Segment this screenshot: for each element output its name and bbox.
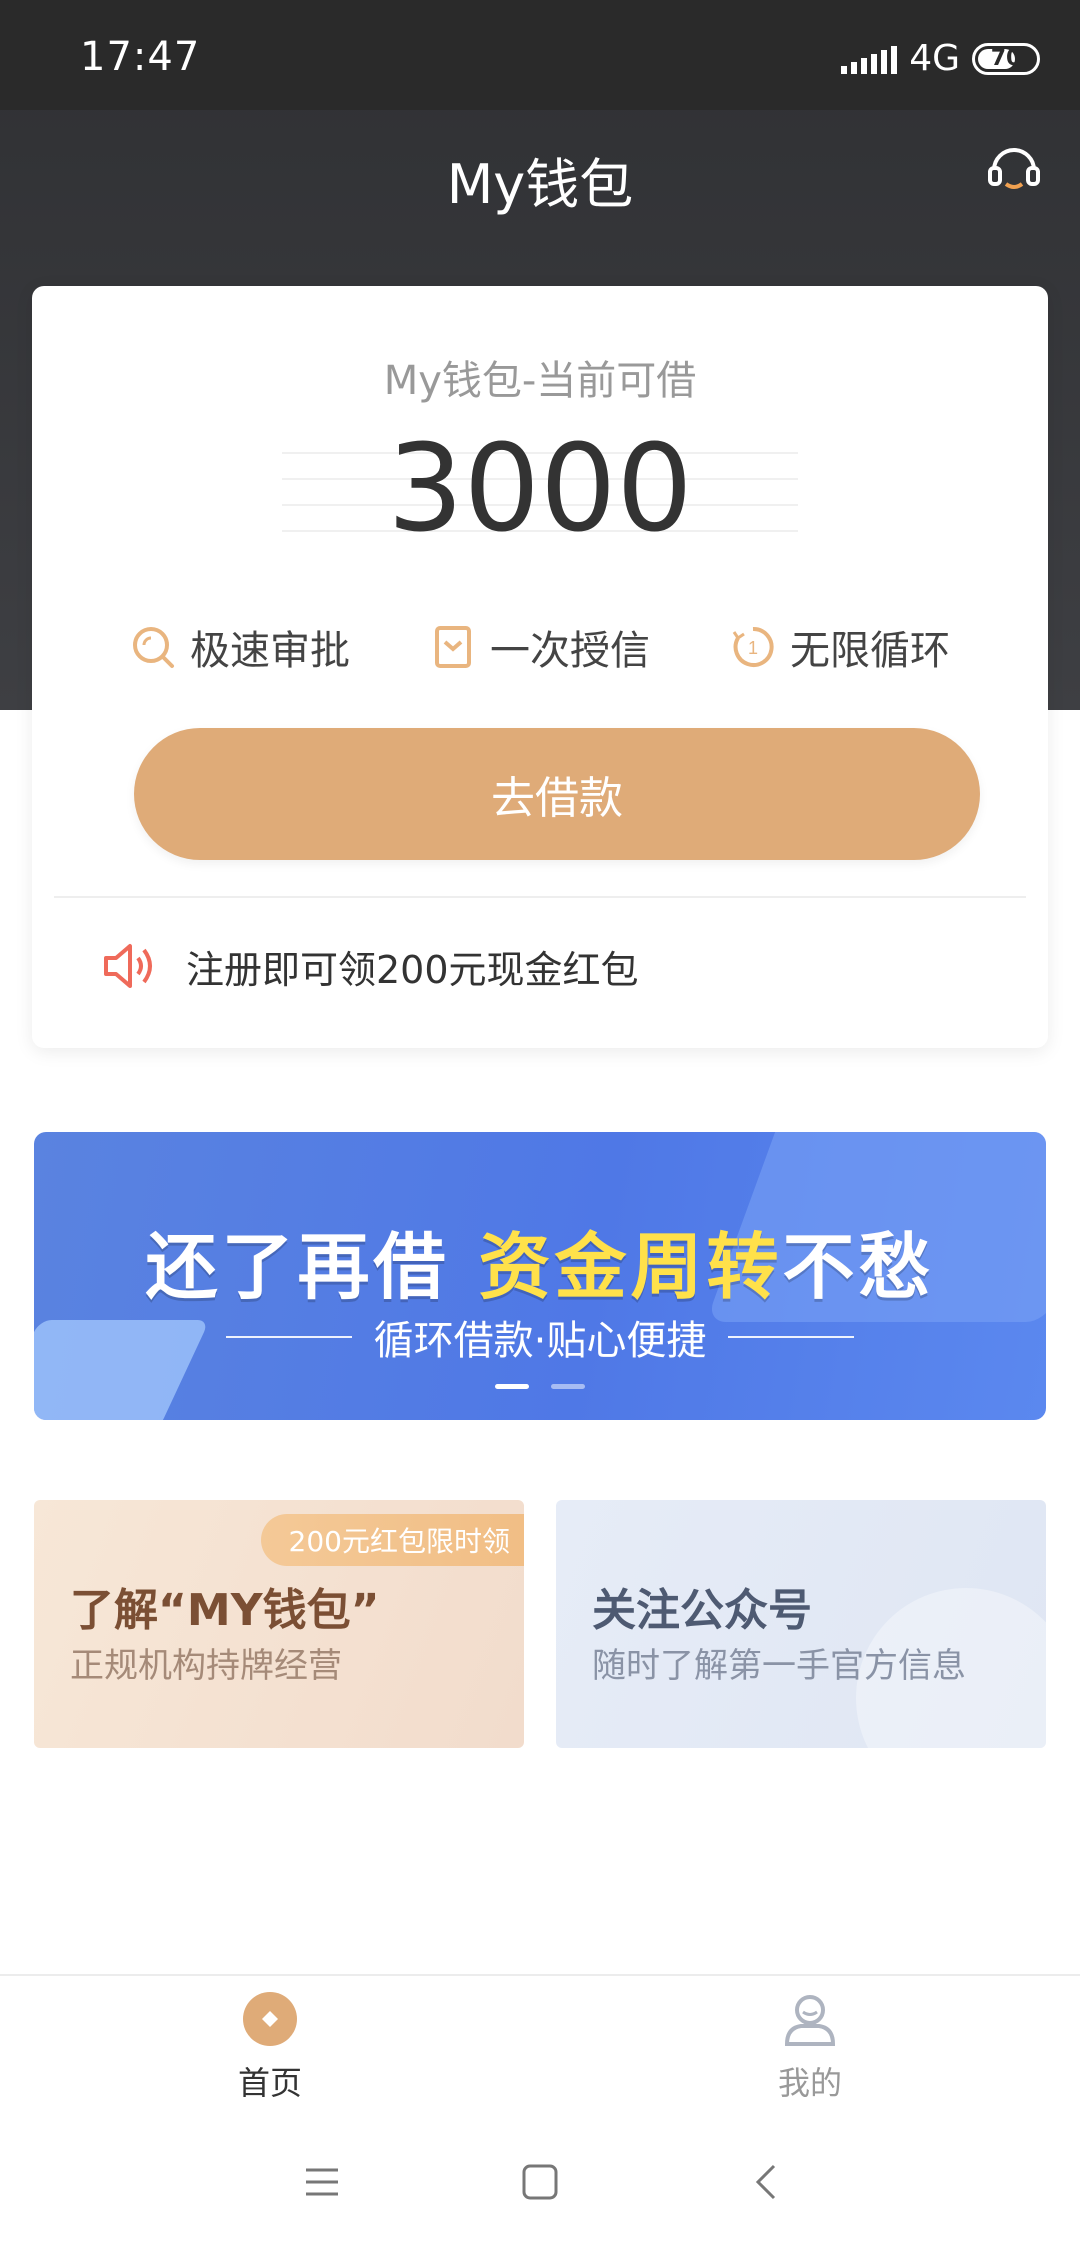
status-indicators: 4G 70 (841, 38, 1040, 79)
promo-banner[interactable]: 还了再借 资金周转不愁 循环借款·贴心便捷 (34, 1132, 1046, 1420)
info-card-desc: 正规机构持牌经营 (70, 1646, 342, 1686)
available-amount: 3000 (387, 420, 693, 559)
follow-account-card[interactable]: 关注公众号 随时了解第一手官方信息 (556, 1500, 1046, 1748)
bookmark-icon (435, 626, 471, 668)
svg-text:1: 1 (748, 638, 758, 658)
banner-title-part1: 还了再借 (145, 1225, 450, 1309)
banner-title-part2: 不愁 (782, 1225, 935, 1309)
borrow-button[interactable]: 去借款 (134, 728, 980, 860)
signal-icon (841, 44, 898, 74)
divider-line (728, 1336, 855, 1338)
user-icon (784, 1995, 836, 2046)
banner-subtitle-row: 循环借款·贴心便捷 (34, 1308, 1046, 1366)
network-type: 4G (909, 38, 960, 79)
back-icon[interactable] (744, 2160, 788, 2204)
feature-fast-approval: 极速审批 (130, 618, 350, 676)
info-card-title: 了解“MY钱包” (70, 1585, 380, 1636)
red-packet-ribbon: 200元红包限时领 (260, 1514, 524, 1566)
divider (54, 896, 1026, 898)
credit-card-panel: My钱包-当前可借 3000 极速审批 一次授信 1 无限循环 去借款 注册即可… (32, 286, 1048, 1048)
banner-title: 还了再借 资金周转不愁 (34, 1208, 1046, 1313)
menu-icon[interactable] (300, 2160, 344, 2204)
available-credit-label: My钱包-当前可借 (383, 358, 697, 404)
feature-list: 极速审批 一次授信 1 无限循环 (32, 618, 1048, 676)
page-title: My钱包 (446, 153, 634, 216)
carousel-indicator (34, 1384, 1046, 1389)
tab-home[interactable]: 首页 (170, 1990, 370, 2104)
promo-text: 注册即可领200元现金红包 (186, 947, 639, 992)
feature-label: 无限循环 (790, 628, 950, 674)
banner-subtitle: 循环借款·贴心便捷 (373, 1318, 707, 1364)
feature-label: 极速审批 (190, 628, 350, 674)
speaker-icon (104, 944, 152, 988)
banner-title-highlight: 资金周转 (478, 1225, 783, 1309)
battery-percent: 70 (990, 46, 1022, 71)
info-card-title: 关注公众号 (592, 1585, 812, 1636)
amount-area: 3000 (282, 428, 798, 552)
about-wallet-card[interactable]: 200元红包限时领 了解“MY钱包” 正规机构持牌经营 (34, 1500, 524, 1748)
status-bar: 17:47 4G 70 (0, 0, 1080, 110)
cycle-icon: 1 (732, 626, 774, 667)
tab-label: 我的 (777, 2064, 842, 2102)
tab-mine[interactable]: 我的 (710, 1990, 910, 2104)
feature-unlimited-cycle: 1 无限循环 (730, 618, 950, 676)
search-clock-icon (133, 627, 174, 668)
tab-label: 首页 (237, 2064, 302, 2102)
status-time: 17:47 (80, 34, 201, 80)
carousel-dot-2[interactable] (551, 1384, 585, 1389)
info-card-desc: 随时了解第一手官方信息 (592, 1646, 966, 1686)
feature-label: 一次授信 (490, 628, 650, 674)
system-navigation-bar (0, 2118, 1080, 2248)
home-coin-icon (243, 1992, 297, 2046)
promo-notice[interactable]: 注册即可领200元现金红包 (100, 938, 639, 994)
divider-line (225, 1336, 352, 1338)
headset-icon[interactable] (984, 140, 1044, 200)
carousel-dot-1[interactable] (495, 1384, 529, 1389)
bottom-nav: 首页 我的 (0, 1974, 1080, 2118)
home-square-icon[interactable] (518, 2160, 562, 2204)
battery-icon: 70 (972, 42, 1040, 75)
feature-one-time-credit: 一次授信 (430, 618, 650, 676)
